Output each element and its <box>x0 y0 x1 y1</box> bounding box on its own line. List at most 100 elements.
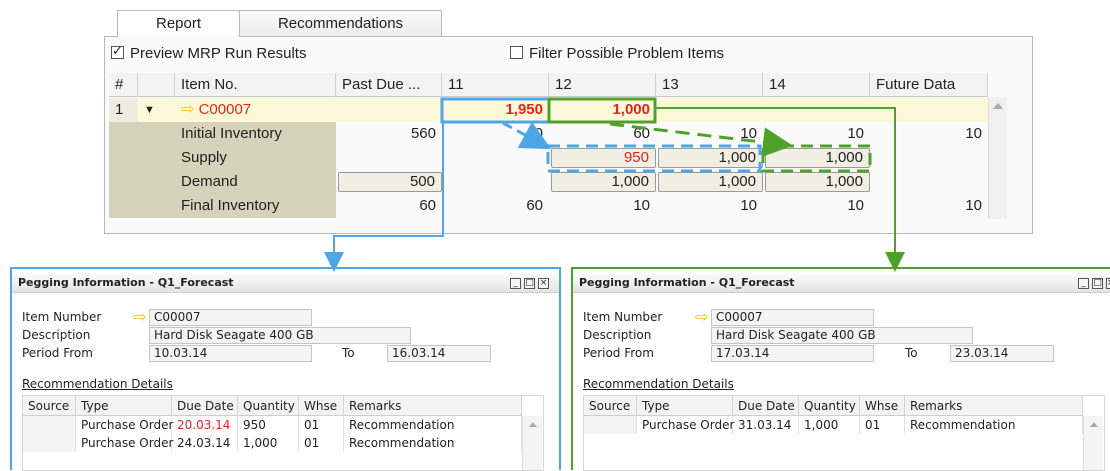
item-number-label: Item Number <box>22 310 102 324</box>
recommendation-details-label: Recommendation Details <box>22 377 173 391</box>
period-14-value: 10 <box>847 197 864 214</box>
item-number-label: Item Number <box>583 310 663 324</box>
period-14-supply-field[interactable]: 1,000 <box>765 148 870 168</box>
col-header-whse[interactable]: Whse <box>860 396 905 416</box>
col-header-period-11[interactable]: 11 <box>442 73 549 97</box>
period-12-demand-field[interactable]: 1,000 <box>551 172 656 192</box>
expand-toggle-icon[interactable]: ▼ <box>138 98 175 122</box>
row-label: Supply <box>181 149 227 166</box>
past-due-value: 60 <box>419 197 436 214</box>
table-row[interactable]: Purchase Order 24.03.14 1,000 01 Recomme… <box>23 434 522 452</box>
remarks-cell: Recommendation <box>905 416 1083 434</box>
scroll-up-icon[interactable] <box>528 422 537 427</box>
past-due-demand-field[interactable]: 500 <box>338 172 442 192</box>
table-row[interactable]: Purchase Order 20.03.14 950 01 Recommend… <box>23 416 522 434</box>
link-arrow-icon[interactable]: ⇨ <box>695 307 708 326</box>
future-value: 10 <box>965 197 982 214</box>
tab-report[interactable]: Report <box>117 10 240 37</box>
period-13-demand-field[interactable]: 1,000 <box>658 172 763 192</box>
col-header-period-14[interactable]: 14 <box>763 73 870 97</box>
description-field[interactable]: Hard Disk Seagate 400 GB <box>711 327 973 344</box>
maximize-icon[interactable]: □ <box>524 278 535 289</box>
remarks-cell: Recommendation <box>344 434 522 452</box>
col-header-quantity[interactable]: Quantity <box>238 396 299 416</box>
period-12-total[interactable]: 1,000 <box>549 98 656 122</box>
period-11-total[interactable]: 1,950 <box>442 98 549 122</box>
description-label: Description <box>583 328 652 342</box>
tab-report-label: Report <box>155 15 202 32</box>
minimize-icon[interactable]: _ <box>1078 278 1089 289</box>
table-row[interactable]: Purchase Order 31.03.14 1,000 01 Recomme… <box>584 416 1083 434</box>
col-header-remarks[interactable]: Remarks <box>344 396 522 416</box>
type-cell: Purchase Order <box>76 434 173 452</box>
description-field[interactable]: Hard Disk Seagate 400 GB <box>149 327 411 344</box>
item-number-field[interactable]: C00007 <box>149 309 312 326</box>
col-header-source[interactable]: Source <box>584 396 637 416</box>
grid-scrollbar[interactable] <box>988 97 1007 219</box>
col-header-whse[interactable]: Whse <box>299 396 344 416</box>
scroll-up-icon[interactable] <box>993 103 1003 109</box>
row-label: Demand <box>181 173 238 190</box>
col-header-type[interactable]: Type <box>637 396 733 416</box>
period-11-value: 60 <box>526 125 543 142</box>
period-13-value: 10 <box>740 197 757 214</box>
col-header-past-due[interactable]: Past Due ... <box>336 73 442 97</box>
col-header-due-date[interactable]: Due Date <box>733 396 799 416</box>
quantity-cell: 950 <box>238 416 299 434</box>
preview-mrp-option[interactable]: Preview MRP Run Results <box>111 43 306 62</box>
col-header-item-no[interactable]: Item No. <box>175 73 336 97</box>
col-header-source[interactable]: Source <box>23 396 76 416</box>
period-to-field[interactable]: 16.03.14 <box>387 345 491 362</box>
col-header-period-13[interactable]: 13 <box>656 73 763 97</box>
past-due-value: 560 <box>410 125 436 142</box>
col-header-type[interactable]: Type <box>76 396 172 416</box>
period-12-supply-field[interactable]: 950 <box>551 148 656 168</box>
pegging-title: Pegging Information - Q1_Forecast <box>12 273 559 293</box>
close-icon[interactable]: × <box>538 278 549 289</box>
period-from-field[interactable]: 17.03.14 <box>711 345 874 362</box>
maximize-icon[interactable]: □ <box>1092 278 1103 289</box>
period-14-value: 10 <box>847 125 864 142</box>
row-number: 1 <box>109 98 138 122</box>
period-14-demand-field[interactable]: 1,000 <box>765 172 870 192</box>
table-row-item[interactable]: 1 ▼ ⇨ C00007 1,950 1,000 <box>109 98 988 122</box>
period-to-field[interactable]: 23.03.14 <box>950 345 1054 362</box>
pegging-grid: Source Type Due Date Quantity Whse Remar… <box>22 395 544 471</box>
col-header-num[interactable]: # <box>109 73 138 97</box>
item-number-field[interactable]: C00007 <box>711 309 874 326</box>
scroll-up-icon[interactable] <box>1089 422 1098 427</box>
pegging-title: Pegging Information - Q1_Forecast <box>573 273 1110 293</box>
item-link[interactable]: ⇨ C00007 <box>175 98 336 122</box>
item-number-value: C00007 <box>198 101 252 118</box>
link-arrow-icon[interactable]: ⇨ <box>181 101 194 118</box>
col-header-quantity[interactable]: Quantity <box>799 396 860 416</box>
link-arrow-icon[interactable]: ⇨ <box>133 307 146 326</box>
due-date-cell: 31.03.14 <box>733 416 799 434</box>
pegging-window-right: Pegging Information - Q1_Forecast _ □ × … <box>571 267 1110 471</box>
grid-scrollbar[interactable] <box>1083 416 1103 470</box>
source-cell <box>23 434 76 452</box>
filter-label: Filter Possible Problem Items <box>529 45 725 62</box>
period-13-supply-field[interactable]: 1,000 <box>658 148 763 168</box>
filter-problem-option[interactable]: Filter Possible Problem Items <box>510 45 724 62</box>
filter-checkbox[interactable] <box>510 46 523 59</box>
whse-cell: 01 <box>299 434 344 452</box>
period-13-value: 10 <box>740 125 757 142</box>
minimize-icon[interactable]: _ <box>510 278 521 289</box>
col-header-period-12[interactable]: 12 <box>549 73 656 97</box>
remarks-cell: Recommendation <box>344 416 522 434</box>
period-11-value: 60 <box>526 197 543 214</box>
table-row-supply: Supply 950 1,000 1,000 <box>109 146 988 170</box>
col-header-future-data[interactable]: Future Data <box>870 73 988 97</box>
pegging-window-left: Pegging Information - Q1_Forecast _ □ × … <box>10 267 561 471</box>
period-from-field[interactable]: 10.03.14 <box>149 345 312 362</box>
tab-recommendations[interactable]: Recommendations <box>239 10 442 36</box>
col-header-toggle[interactable] <box>138 73 175 97</box>
close-icon[interactable]: × <box>1106 278 1110 289</box>
row-label: Final Inventory <box>181 197 280 214</box>
col-header-remarks[interactable]: Remarks <box>905 396 1083 416</box>
col-header-due-date[interactable]: Due Date <box>172 396 238 416</box>
grid-scrollbar[interactable] <box>522 416 542 470</box>
preview-checkbox[interactable] <box>111 43 124 59</box>
due-date-cell: 24.03.14 <box>172 434 238 452</box>
